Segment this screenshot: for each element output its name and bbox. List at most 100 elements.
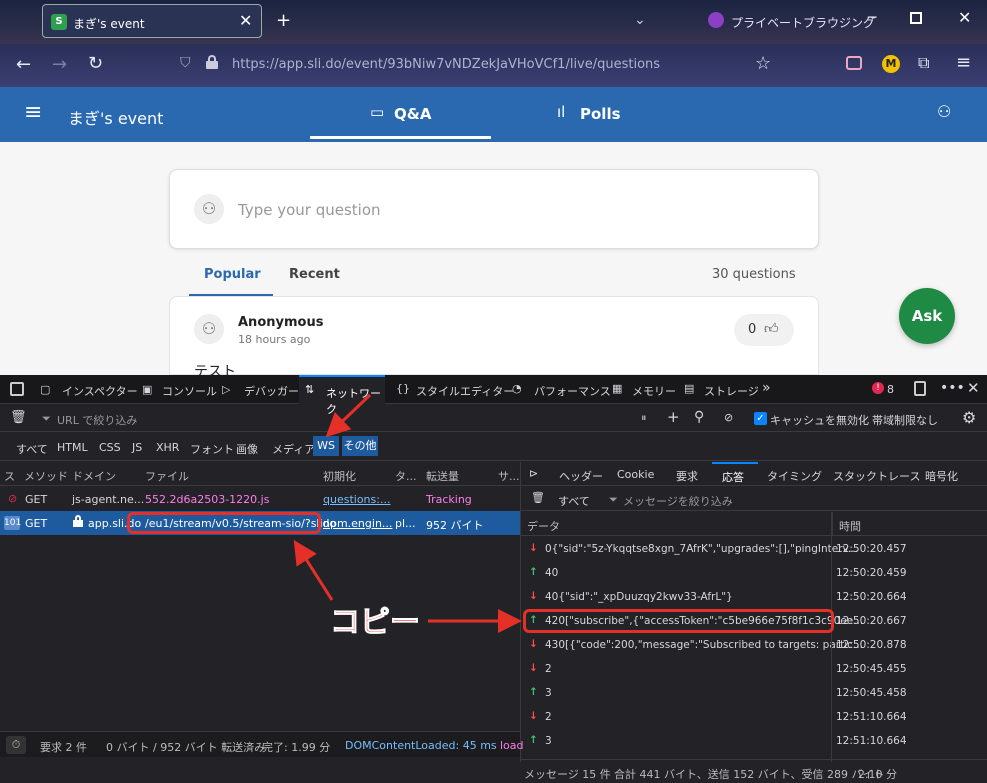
filter-funnel-icon: ⏷ [42,412,51,425]
avatar-icon: ⚇ [194,314,224,344]
slido-favicon-icon: S [51,14,67,30]
list-item[interactable]: ↓ 2 [521,705,831,729]
close-window-icon[interactable]: ✕ [958,8,971,27]
message-time: 12:51:10.664 [836,735,907,747]
avatar-icon: ⚇ [194,194,224,224]
user-profile-icon[interactable]: ⚇ [937,102,951,121]
arrow-to-ws [325,393,372,438]
type-filter-image[interactable]: 画像 [236,441,258,457]
new-tab-icon[interactable]: + [276,10,291,31]
polls-bar-chart-icon: ıl [557,103,566,121]
status-finish: 完了: 1.99 分 [262,741,331,754]
maximize-icon[interactable] [910,12,922,24]
col-status[interactable]: ス [4,468,15,484]
back-icon[interactable]: ← [16,54,31,75]
message-duration: 2.10 分 [858,768,897,781]
type-filter-xhr[interactable]: XHR [156,441,179,454]
type-filter-all[interactable]: すべて [16,441,48,457]
settings-gear-icon[interactable]: ⚙ [962,408,976,427]
message-time: 12:50:20.878 [836,639,907,651]
dock-side-icon[interactable] [914,381,926,396]
col-file[interactable]: ファイル [145,468,189,484]
tab-popular[interactable]: Popular [189,264,273,296]
type-filter-font[interactable]: フォント [190,441,234,457]
message-data: 3 [545,735,552,747]
col-domain[interactable]: ドメイン [72,468,116,484]
close-tab-icon[interactable]: ✕ [239,11,252,30]
message-time: 12:50:20.457 [836,543,907,555]
question-input-placeholder[interactable]: Type your question [238,201,381,219]
column-divider [832,512,833,536]
shield-icon[interactable]: ⛉ [180,55,191,71]
tool-inspector[interactable]: インスペクター [62,383,138,399]
status-transfer: 0 バイト / 952 バイト 転送済み [106,741,266,754]
request-file: 552.2d6a2503-1220.js [145,493,270,506]
error-icon[interactable]: ! [872,382,884,394]
detail-tab-security[interactable]: 暗号化 [925,468,958,484]
close-devtools-icon[interactable]: ✕ [967,379,980,397]
private-browsing-label: プライベートブラウジング [731,16,876,30]
hamburger-menu-icon[interactable]: ≡ [24,100,42,125]
console-icon[interactable]: ▣ [142,383,152,396]
message-time: 12:50:45.458 [836,687,907,699]
list-item[interactable]: ↑ 3 [521,681,831,705]
reload-icon[interactable]: ↻ [88,53,103,74]
more-options-icon[interactable]: ••• [940,380,965,396]
blocked-icon: ⊘ [8,492,18,505]
forward-icon[interactable]: → [52,54,67,75]
tool-console[interactable]: コンソール [162,383,217,399]
like-count: 0 [748,322,757,337]
extensions-puzzle-icon[interactable]: ⧉ [918,53,929,73]
tab-popular-label: Popular [204,267,261,282]
col-time[interactable]: 時間 [839,518,861,534]
tab-polls-label: Polls [580,105,621,123]
list-item[interactable]: ↑ 3 [521,729,831,753]
throttle-select[interactable]: 帯域制限なし [872,412,938,428]
col-method[interactable]: メソッド [24,468,68,484]
tab-list-chevron-icon[interactable]: ⌄ [634,12,646,28]
error-count: 8 [887,383,894,396]
list-item[interactable]: ↓ 2 [521,657,831,681]
message-status-bar: メッセージ 15 件 合計 441 バイト、送信 152 バイト、受信 289 … [520,759,987,783]
lock-icon [73,515,83,527]
like-button[interactable]: 0 👍︎ [734,314,794,346]
pocket-icon[interactable] [846,56,862,70]
extension-m-icon[interactable]: M [882,55,900,73]
browser-tab[interactable]: S まぎ's event ✕ [42,4,262,38]
question-count: 30 questions [712,267,796,282]
devtools-panel: ▢ インスペクター ▣ コンソール ▷ デバッガー ⇅ ネットワーク {} スタ… [0,375,987,783]
event-title: まぎ's event [68,109,164,128]
received-arrow-icon: ↓ [529,710,538,722]
ask-button[interactable]: Ask [899,288,955,344]
question-input-card[interactable]: ⚇ Type your question [169,169,819,249]
url-filter-input[interactable]: URL で絞り込み [57,412,137,428]
message-time: 12:50:20.664 [836,591,907,603]
type-filter-js[interactable]: JS [132,441,142,454]
question-card: ⚇ Anonymous 18 hours ago 0 👍︎ テスト [169,296,819,380]
detail-tab-stack-trace[interactable]: スタックトレース [833,468,920,484]
message-data: 2 [545,663,552,675]
pick-element-icon[interactable] [10,382,24,396]
stopwatch-icon[interactable]: ⏱ [6,736,26,754]
message-time: 12:51:10.664 [836,711,907,723]
inspector-icon[interactable]: ▢ [40,383,50,396]
message-data: 2 [545,711,552,723]
debugger-icon[interactable]: ▷ [222,383,230,396]
menu-icon[interactable]: ≡ [956,52,971,73]
status-requests: 要求 2 件 [40,741,87,754]
tab-qa[interactable]: ▭ Q&A [310,87,491,139]
clear-trash-icon[interactable]: 🗑︎ [10,410,27,425]
slido-main: ⚇ Type your question Popular Recent 30 q… [0,142,987,380]
minimize-icon[interactable]: ─ [868,10,876,26]
browser-titlebar: S まぎ's event ✕ + ⌄ プライベートブラウジング ─ ✕ [0,0,987,44]
bookmark-star-icon[interactable]: ☆ [755,53,771,74]
lock-icon [206,55,218,69]
address-bar[interactable]: https://app.sli.do/event/93bNiw7vNDZekJa… [232,57,660,72]
tab-title: まぎ's event [73,17,145,31]
request-status: 101 [4,516,22,530]
thumbs-up-icon: 👍︎ [764,321,779,337]
type-filter-html[interactable]: HTML [57,441,88,454]
tab-polls[interactable]: ıl Polls [555,87,675,142]
tab-recent[interactable]: Recent [289,267,340,282]
type-filter-css[interactable]: CSS [99,441,121,454]
